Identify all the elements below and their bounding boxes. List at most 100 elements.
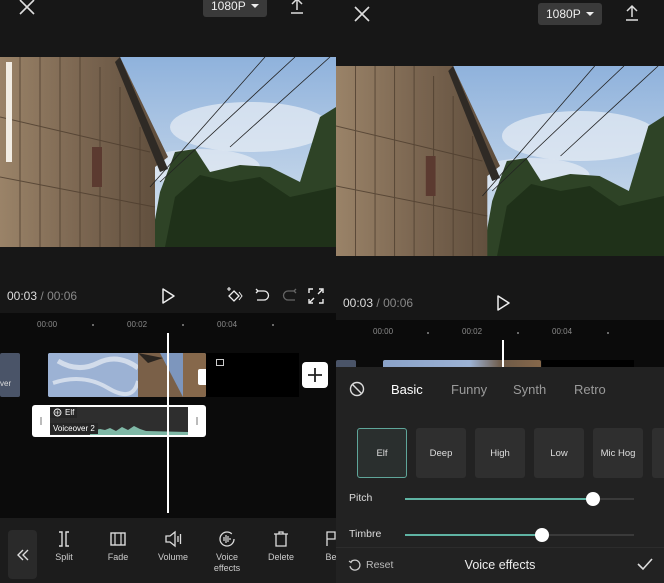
slider-knob[interactable] (535, 528, 550, 542)
playhead[interactable] (167, 333, 169, 513)
resolution-value: 1080P (546, 7, 581, 21)
ruler-tick (427, 332, 429, 334)
volume-icon (165, 530, 182, 548)
voice-effects-icon (219, 531, 235, 547)
effect-tag: Elf (50, 407, 78, 418)
beat-icon (326, 531, 336, 546)
video-frame (0, 57, 336, 247)
close-icon[interactable] (16, 0, 38, 18)
tool-voice-effects[interactable]: Voice effects (203, 530, 251, 574)
video-frame (336, 66, 664, 256)
clip-thumbnails (48, 353, 206, 397)
ruler-tick (92, 324, 94, 326)
plus-icon (308, 368, 322, 382)
add-clip-button[interactable] (302, 362, 328, 388)
timecode: 00:03 / 00:06 (343, 296, 413, 310)
effect-elf[interactable]: Elf (357, 428, 407, 478)
checkmark-icon[interactable] (636, 556, 654, 572)
empty-clip-area (206, 353, 299, 397)
slider-fill (405, 534, 543, 536)
video-preview[interactable] (0, 57, 336, 247)
time-separator: / (40, 289, 44, 303)
bottom-toolbar: Split Fade Volume Voice effects Delete B… (0, 518, 336, 583)
tab-basic[interactable]: Basic (391, 382, 423, 397)
undo-icon[interactable] (253, 287, 271, 305)
upload-icon[interactable] (288, 0, 306, 16)
timeline[interactable]: 00:00 00:02 00:04 ver Elf Voiceover 2 (0, 313, 336, 520)
voice-effect-icon (53, 408, 62, 417)
tool-split[interactable]: Split (40, 530, 88, 563)
ruler-tick (182, 324, 184, 326)
caret-down-icon (250, 4, 259, 8)
effect-high[interactable]: High (475, 428, 525, 478)
clip-marker-icon (216, 359, 224, 366)
delete-icon (274, 531, 288, 547)
total-time: 00:06 (47, 289, 78, 303)
effect-deep[interactable]: Deep (416, 428, 466, 478)
effect-category-tabs: Basic Funny Synth Retro (336, 379, 664, 399)
tab-retro[interactable]: Retro (574, 382, 606, 397)
panel-footer: Reset Voice effects (336, 547, 664, 583)
play-icon[interactable] (495, 294, 511, 312)
tool-beat[interactable]: Be (307, 530, 336, 563)
top-bar: 1080P (336, 0, 664, 40)
audio-clip-voiceover[interactable]: Elf Voiceover 2 (32, 405, 206, 437)
play-icon[interactable] (160, 287, 176, 305)
audio-clip-name: Voiceover 2 (53, 424, 95, 433)
video-preview[interactable] (336, 66, 664, 256)
trim-handle-left[interactable] (40, 417, 42, 425)
video-clip[interactable] (48, 353, 206, 397)
cover-clip[interactable]: ver (0, 353, 20, 397)
editor-screen-voice-effects: 1080P 00:03 / 00:06 00:00 00:02 00:04 Ba… (336, 0, 664, 583)
playback-controls: 00:03 / 00:06 (336, 288, 664, 318)
slider-knob[interactable] (585, 492, 600, 506)
ruler-label: 00:04 (552, 327, 573, 336)
upload-icon[interactable] (623, 3, 641, 23)
pitch-slider[interactable] (405, 492, 634, 506)
timbre-label: Timbre (349, 528, 382, 540)
effect-tag-label: Elf (65, 408, 75, 417)
timbre-slider[interactable] (405, 528, 634, 542)
ruler-tick (607, 332, 609, 334)
redo-icon[interactable] (281, 287, 299, 305)
ruler-tick (272, 324, 274, 326)
timecode: 00:03 / 00:06 (7, 289, 77, 303)
audio-name-tag: Voiceover 2 (50, 423, 98, 434)
ruler-label: 00:02 (462, 327, 483, 336)
cover-label: ver (0, 379, 12, 388)
pitch-label: Pitch (349, 492, 373, 504)
tab-synth[interactable]: Synth (513, 382, 546, 397)
resolution-dropdown[interactable]: 1080P (538, 3, 602, 25)
tool-label: Delete (267, 552, 294, 562)
tab-funny[interactable]: Funny (451, 382, 487, 397)
voice-effects-panel: Basic Funny Synth Retro Elf Deep High Lo… (336, 367, 664, 583)
back-button[interactable] (8, 530, 37, 579)
effect-low[interactable]: Low (534, 428, 584, 478)
trim-handle-right[interactable] (196, 417, 198, 425)
playback-controls: 00:03 / 00:06 (0, 281, 336, 311)
resolution-dropdown[interactable]: 1080P (203, 0, 267, 17)
tool-fade[interactable]: Fade (94, 530, 142, 563)
effect-partial[interactable] (652, 428, 664, 478)
ruler-tick (517, 332, 519, 334)
tool-label: Split (55, 552, 73, 562)
time-separator: / (376, 296, 380, 310)
ruler-label: 00:00 (373, 327, 394, 336)
panel-title: Voice effects (464, 558, 536, 572)
fade-icon (110, 532, 126, 546)
editor-screen-timeline: 1080P 00:03 / 00:06 00:00 00:02 00:04 ve… (0, 0, 336, 583)
resolution-value: 1080P (211, 0, 246, 13)
tool-delete[interactable]: Delete (257, 530, 305, 563)
fullscreen-icon[interactable] (307, 287, 325, 305)
keyframe-icon[interactable] (225, 287, 243, 305)
tool-label: Be (325, 552, 336, 562)
ruler-label: 00:00 (37, 320, 58, 329)
tool-label: Voice effects (213, 552, 241, 573)
close-icon[interactable] (351, 3, 373, 25)
double-chevron-left-icon (16, 549, 28, 560)
slider-fill (405, 498, 593, 500)
tool-volume[interactable]: Volume (149, 530, 197, 563)
total-time: 00:06 (383, 296, 414, 310)
split-icon (59, 531, 69, 547)
effect-mic-hog[interactable]: Mic Hog (593, 428, 643, 478)
